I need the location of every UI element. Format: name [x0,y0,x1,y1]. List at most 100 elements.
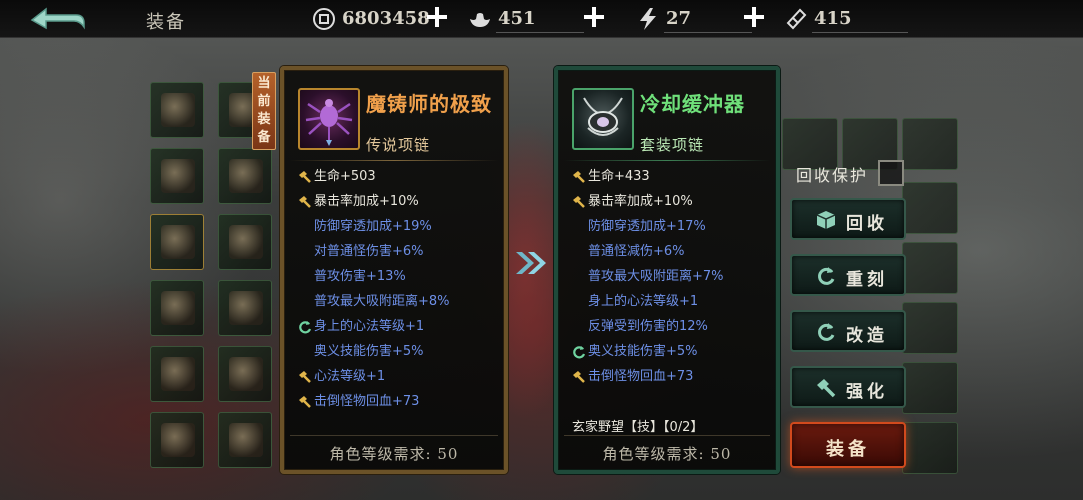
hammer-icon [299,371,311,383]
refresh-icon [299,321,312,334]
hammer-icon [573,371,585,383]
stat-line: 击倒怪物回血+73 [572,368,772,393]
inventory-slot[interactable] [902,118,958,170]
panel-divider [290,435,498,436]
ingot-amount: 451 [498,8,536,29]
hammer-icon [299,171,311,183]
stat-line: 生命+433 [572,168,772,193]
stat-text: 奥义技能伤害+5% [588,344,698,359]
item-thumbnail [161,225,195,259]
stat-line: 暴击率加成+10% [298,193,498,218]
inventory-slot[interactable] [150,148,204,204]
level-requirement: 角色等级需求: 50 [602,445,732,463]
new-item-stats: 生命+433 暴击率加成+10% 防御穿透加成+17% 普通怪减伤+6% 普攻最… [572,168,772,393]
inventory-slot[interactable] [218,214,272,270]
recycle-protect-checkbox[interactable] [878,160,904,186]
stat-text: 身上的心法等级+1 [314,319,425,334]
item-thumbnail [161,159,195,193]
stat-text: 防御穿透加成+19% [314,219,432,234]
stat-line: 普攻最大吸附距离+7% [572,268,772,293]
inventory-slot[interactable] [902,302,958,354]
item-thumbnail [229,159,263,193]
inventory-slot[interactable] [902,362,958,414]
inventory-slot[interactable] [218,346,272,402]
item-thumbnail [229,225,263,259]
coin-icon [313,8,335,30]
stat-line: 对普通怪伤害+6% [298,243,498,268]
stat-line: 普通怪减伤+6% [572,243,772,268]
stat-line: 普攻最大吸附距离+8% [298,293,498,318]
stat-line: 反弹受到伤害的12% [572,318,772,343]
refresh-icon [573,346,586,359]
current-equipped-label: 当前装备 [257,76,271,145]
stat-text: 普攻最大吸附距离+8% [314,294,450,309]
stat-text: 普攻最大吸附距离+7% [588,269,724,284]
current-item-panel: 魔铸师的极致 传说项链 生命+503 暴击率加成+10% 防御穿透加成+19% … [280,66,508,474]
current-item-name: 魔铸师的极致 [366,92,492,116]
stat-text: 生命+433 [588,169,650,184]
level-requirement: 角色等级需求: 50 [329,445,459,463]
panel-divider [564,160,770,161]
hammer-icon [299,396,311,408]
recycle-button[interactable]: 回收 [790,198,906,240]
stat-line: 防御穿透加成+19% [298,218,498,243]
modify-label: 改造 [846,326,888,346]
stat-text: 心法等级+1 [314,369,386,384]
inventory-slot[interactable] [150,280,204,336]
enhance-button[interactable]: 强化 [790,366,906,408]
hammer-icon [299,196,311,208]
back-arrow-icon [30,7,85,30]
inventory-slot[interactable] [218,148,272,204]
resource-underline [664,32,752,33]
new-item-name: 冷却缓冲器 [640,92,745,116]
resource-underline [496,32,584,33]
currency-coin: 6803458 [312,4,432,34]
top-bar: 装备 6803458 451 27 415 [0,0,1083,38]
inventory-slot[interactable] [150,82,204,138]
current-item-type: 传说项链 [366,136,431,154]
stat-text: 生命+503 [314,169,376,184]
inventory-slot[interactable] [150,412,204,468]
stat-text: 击倒怪物回血+73 [314,394,420,409]
stat-text: 对普通怪伤害+6% [314,244,424,259]
inventory-slot[interactable] [902,422,958,474]
inventory-slot[interactable] [902,182,958,234]
new-item-panel: 冷却缓冲器 套装项链 生命+433 暴击率加成+10% 防御穿透加成+17% 普… [554,66,780,474]
back-button[interactable] [28,6,86,34]
item-thumbnail [161,423,195,457]
resource-underline [812,32,908,33]
refresh-icon [818,323,835,341]
item-thumbnail [229,423,263,457]
add-stamina-button[interactable] [743,6,765,28]
inventory-slot[interactable] [902,242,958,294]
stat-line: 身上的心法等级+1 [298,318,498,343]
reforge-button[interactable]: 重刻 [790,254,906,296]
modify-button[interactable]: 改造 [790,310,906,352]
stat-text: 暴击率加成+10% [314,194,419,209]
currency-ticket: 415 [784,4,914,34]
refresh-icon [818,267,835,285]
stat-text: 普通怪减伤+6% [588,244,685,259]
add-coin-button[interactable] [426,6,448,28]
item-thumbnail [229,357,263,391]
recycle-label: 回收 [846,214,888,234]
equip-button[interactable]: 装备 [790,422,906,468]
coin-amount: 6803458 [342,8,430,29]
reforge-label: 重刻 [846,270,888,290]
inventory-slot[interactable] [150,346,204,402]
panel-divider [290,160,498,161]
stat-line: 奥义技能伤害+5% [298,343,498,368]
currency-stamina: 27 [636,4,756,34]
current-item-stats: 生命+503 暴击率加成+10% 防御穿透加成+19% 对普通怪伤害+6% 普攻… [298,168,498,418]
item-thumbnail [229,291,263,325]
stat-line: 防御穿透加成+17% [572,218,772,243]
panel-divider [564,435,770,436]
inventory-slot[interactable] [150,214,204,270]
stat-line: 生命+503 [298,168,498,193]
stat-line: 普攻伤害+13% [298,268,498,293]
add-ingot-button[interactable] [583,6,605,28]
inventory-slot[interactable] [218,280,272,336]
inventory-slot[interactable] [218,412,272,468]
lightning-icon [640,8,656,30]
stat-text: 身上的心法等级+1 [588,294,699,309]
